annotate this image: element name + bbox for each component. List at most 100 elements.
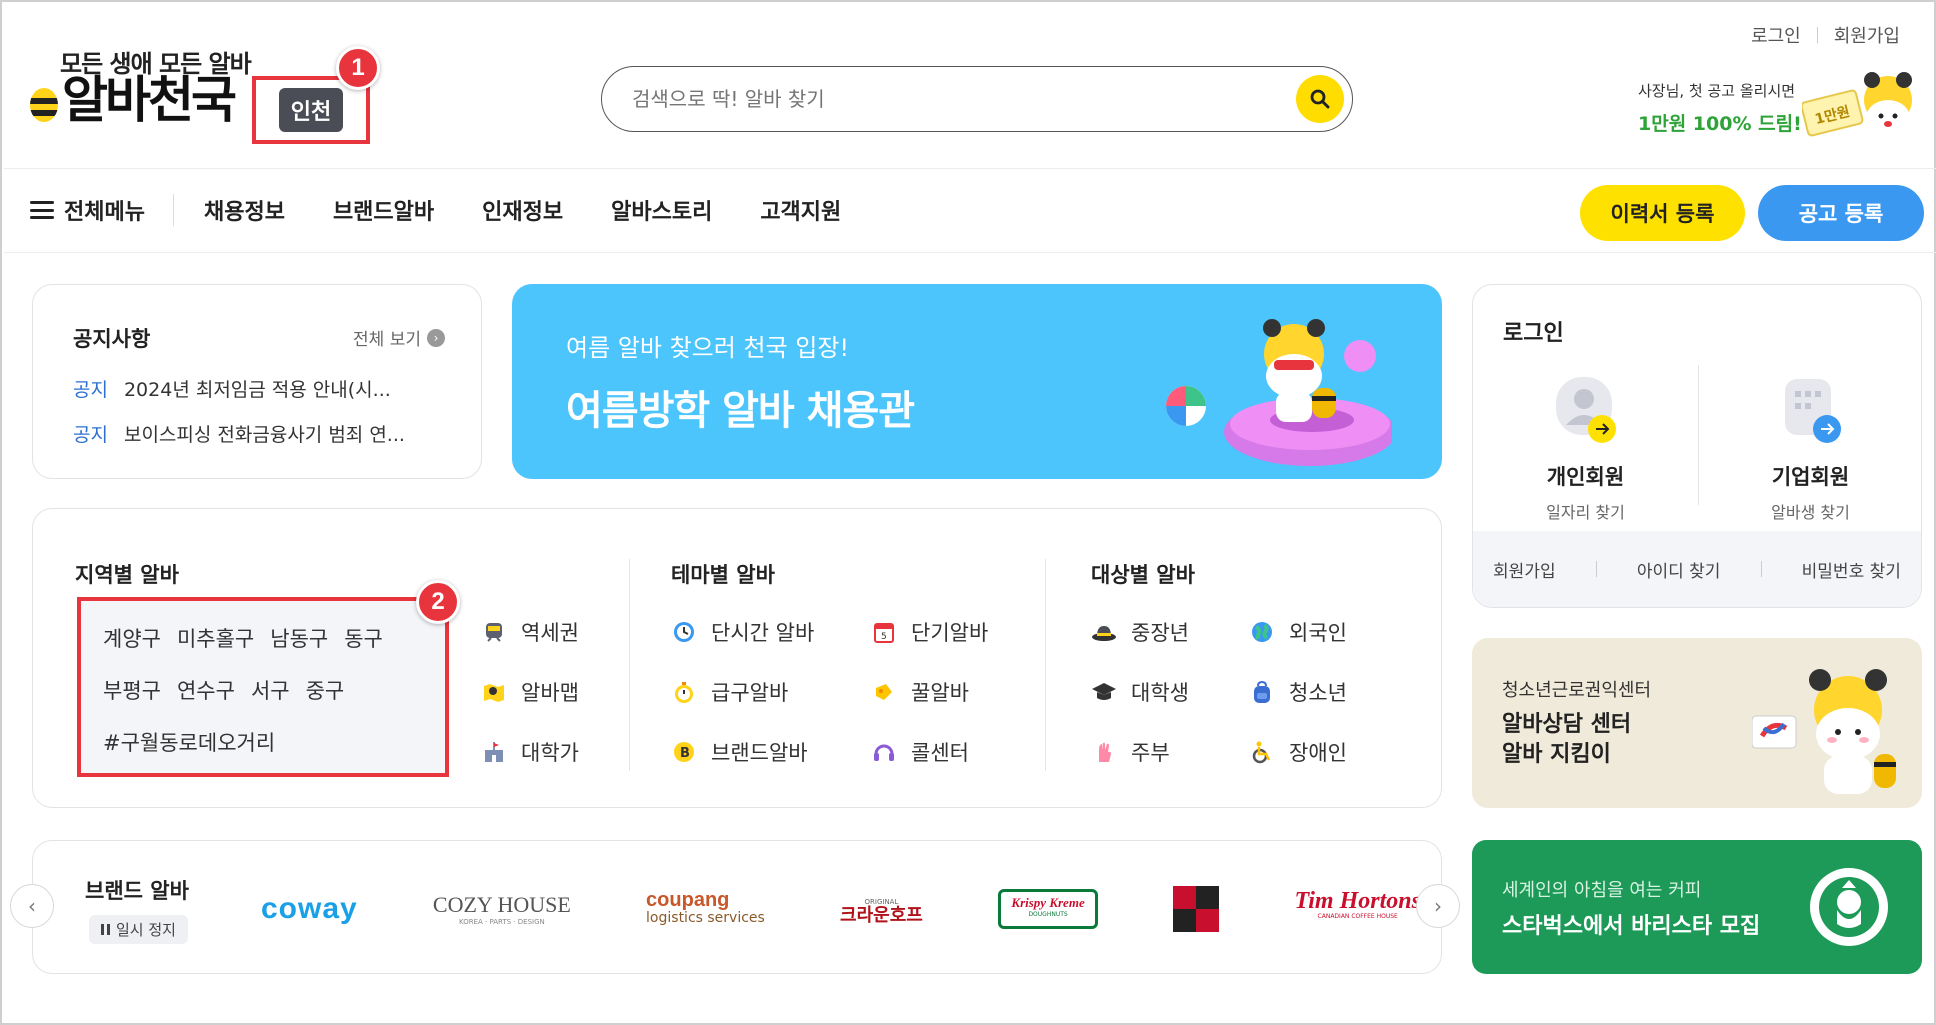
divider bbox=[1595, 561, 1597, 577]
brand-logo-crownhof[interactable]: ORIGINAL 크라운호프 bbox=[840, 895, 923, 926]
item-label: 대학생 bbox=[1131, 681, 1189, 705]
theme-item[interactable]: B 브랜드알바 bbox=[671, 737, 814, 767]
banner-title: 여름방학 알바 채용관 bbox=[566, 388, 915, 434]
region-extra-map[interactable]: 알바맵 bbox=[481, 677, 579, 707]
notice-view-all[interactable]: 전체 보기 › bbox=[353, 325, 445, 350]
theme-item[interactable]: 급구알바 bbox=[671, 677, 814, 707]
notice-tag: 공지 bbox=[73, 424, 108, 446]
tim-name: Tim Hortons bbox=[1294, 888, 1421, 914]
target-item[interactable]: 대학생 bbox=[1091, 677, 1189, 707]
starbucks-banner[interactable]: 세계인의 아침을 여는 커피 스타벅스에서 바리스타 모집 bbox=[1472, 840, 1922, 974]
brand-logo-coway[interactable]: coway bbox=[261, 892, 358, 926]
job-post-button[interactable]: 공고 등록 bbox=[1758, 185, 1924, 241]
building-icon bbox=[1784, 379, 1841, 443]
nav-item-support[interactable]: 고객지원 bbox=[760, 194, 841, 226]
theme-item[interactable]: 5 단기알바 bbox=[871, 617, 988, 647]
item-label: 장애인 bbox=[1289, 741, 1347, 765]
signup-link[interactable]: 회원가입 bbox=[1493, 557, 1556, 582]
find-id-link[interactable]: 아이디 찾기 bbox=[1637, 557, 1721, 582]
region-item[interactable]: 부평구 bbox=[103, 675, 161, 705]
region-item[interactable]: #구월동로데오거리 bbox=[103, 727, 275, 757]
item-label: 단기알바 bbox=[911, 621, 989, 645]
theme-item[interactable]: 콜센터 bbox=[871, 737, 988, 767]
honey-icon bbox=[871, 679, 897, 705]
region-extra-campus[interactable]: 대학가 bbox=[481, 737, 579, 767]
region-item[interactable]: 미추홀구 bbox=[177, 623, 254, 653]
pause-button[interactable]: 일시 정지 bbox=[89, 915, 188, 944]
brand-logo-coupang[interactable]: coupang logistics services bbox=[646, 889, 765, 927]
target-item[interactable]: 외국인 bbox=[1249, 617, 1347, 647]
find-password-link[interactable]: 비밀번호 찾기 bbox=[1802, 557, 1901, 582]
search-input[interactable] bbox=[632, 87, 1232, 111]
target-item[interactable]: 중장년 bbox=[1091, 617, 1189, 647]
carousel-next-button[interactable]: › bbox=[1416, 884, 1460, 928]
region-selector[interactable]: 인천 bbox=[278, 88, 344, 132]
personal-member-login[interactable]: 개인회원 일자리 찾기 bbox=[1473, 375, 1698, 523]
region-extra-station[interactable]: 역세권 bbox=[481, 617, 579, 647]
region-item[interactable]: 남동구 bbox=[270, 623, 328, 653]
view-all-label: 전체 보기 bbox=[353, 330, 421, 350]
theme-list-col1: 단시간 알바 급구알바 B 브랜드알바 bbox=[671, 617, 814, 767]
brand-title: 브랜드 알바 bbox=[85, 879, 189, 903]
crown-name: 크라운호프 bbox=[840, 905, 923, 926]
headset-icon bbox=[871, 739, 897, 765]
nav-item-brand[interactable]: 브랜드알바 bbox=[333, 194, 434, 226]
brand-logo-krispykreme[interactable]: Krispy Kreme DOUGHNUTS bbox=[998, 889, 1099, 929]
region-item[interactable]: 서구 bbox=[251, 675, 290, 705]
brand-b-icon: B bbox=[671, 739, 697, 765]
logo[interactable]: 모든 생애 모든 알바 알바천국 인천 bbox=[30, 44, 370, 144]
mascot-illustration bbox=[1752, 669, 1896, 794]
bee-icon bbox=[30, 78, 60, 122]
nav-item-talent[interactable]: 인재정보 bbox=[482, 194, 563, 226]
page-frame: 로그인 회원가입 모든 생애 모든 알바 알바천국 인천 1 사장님, 첫 공고… bbox=[0, 0, 1936, 1025]
item-label: 역세권 bbox=[521, 621, 579, 645]
region-item[interactable]: 계양구 bbox=[103, 623, 161, 653]
brand-logo-cozyhouse[interactable]: COZY HOUSE KOREA · PARTS · DESIGN bbox=[433, 892, 571, 926]
company-member-login[interactable]: 기업회원 알바생 찾기 bbox=[1698, 375, 1921, 523]
brand-logo-timhortons[interactable]: Tim Hortons CANADIAN COFFEE HOUSE bbox=[1294, 888, 1421, 925]
login-link[interactable]: 로그인 bbox=[1751, 22, 1801, 48]
target-title: 대상별 알바 bbox=[1091, 563, 1195, 587]
all-menu-button[interactable]: 전체메뉴 bbox=[30, 194, 174, 226]
chevron-right-icon: › bbox=[1434, 894, 1442, 918]
nav-item-story[interactable]: 알바스토리 bbox=[611, 194, 712, 226]
target-item[interactable]: 청소년 bbox=[1249, 677, 1347, 707]
youth-labor-center-banner[interactable]: 청소년근로권익센터 알바상담 센터 알바 지킴이 bbox=[1472, 638, 1922, 808]
brand-carousel: 브랜드 알바 일시 정지 coway COZY HOUSE KOREA · PA… bbox=[32, 840, 1442, 974]
target-item[interactable]: 장애인 bbox=[1249, 737, 1347, 767]
region-title: 지역별 알바 bbox=[75, 563, 179, 587]
theme-item[interactable]: 단시간 알바 bbox=[671, 617, 814, 647]
item-label: 청소년 bbox=[1289, 681, 1347, 705]
header-divider bbox=[4, 168, 1936, 169]
notice-item[interactable]: 공지 2024년 최저임금 적용 안내(시... bbox=[73, 375, 441, 402]
item-label: 알바맵 bbox=[521, 681, 579, 705]
search-icon bbox=[1310, 89, 1330, 109]
clock-icon bbox=[671, 619, 697, 645]
nav-item-jobs[interactable]: 채용정보 bbox=[204, 194, 285, 226]
item-label: 브랜드알바 bbox=[711, 741, 808, 765]
logo-main: 알바천국 bbox=[30, 70, 237, 130]
summer-banner[interactable]: 여름 알바 찾으러 천국 입장! 여름방학 알바 채용관 bbox=[512, 284, 1442, 479]
divider bbox=[1045, 559, 1046, 771]
hat-icon bbox=[1091, 619, 1117, 645]
theme-item[interactable]: 꿀알바 bbox=[871, 677, 988, 707]
target-item[interactable]: 주부 bbox=[1091, 737, 1189, 767]
divider bbox=[1816, 27, 1818, 43]
signup-link[interactable]: 회원가입 bbox=[1834, 22, 1900, 48]
notice-text: 보이스피싱 전화금융사기 범죄 연... bbox=[123, 424, 405, 446]
item-label: 외국인 bbox=[1289, 621, 1347, 645]
region-item[interactable]: 연수구 bbox=[177, 675, 235, 705]
notice-item[interactable]: 공지 보이스피싱 전화금융사기 범죄 연... bbox=[73, 420, 441, 447]
search-button[interactable] bbox=[1296, 75, 1344, 123]
logo-name: 알바천국 bbox=[62, 71, 237, 129]
carousel-prev-button[interactable]: ‹ bbox=[10, 884, 54, 928]
coupang-name: coupang bbox=[646, 889, 730, 911]
resume-register-button[interactable]: 이력서 등록 bbox=[1580, 185, 1745, 241]
calendar-icon: 5 bbox=[871, 619, 897, 645]
brand-logo-square[interactable] bbox=[1173, 886, 1220, 932]
region-item[interactable]: 동구 bbox=[344, 623, 383, 653]
region-item[interactable]: 중구 bbox=[306, 675, 345, 705]
coupang-sub: logistics services bbox=[646, 910, 765, 926]
region-list-highlight: 계양구 미추홀구 남동구 동구 부평구 연수구 서구 중구 #구월동로데오거리 bbox=[77, 597, 449, 777]
all-menu-label: 전체메뉴 bbox=[64, 200, 145, 225]
